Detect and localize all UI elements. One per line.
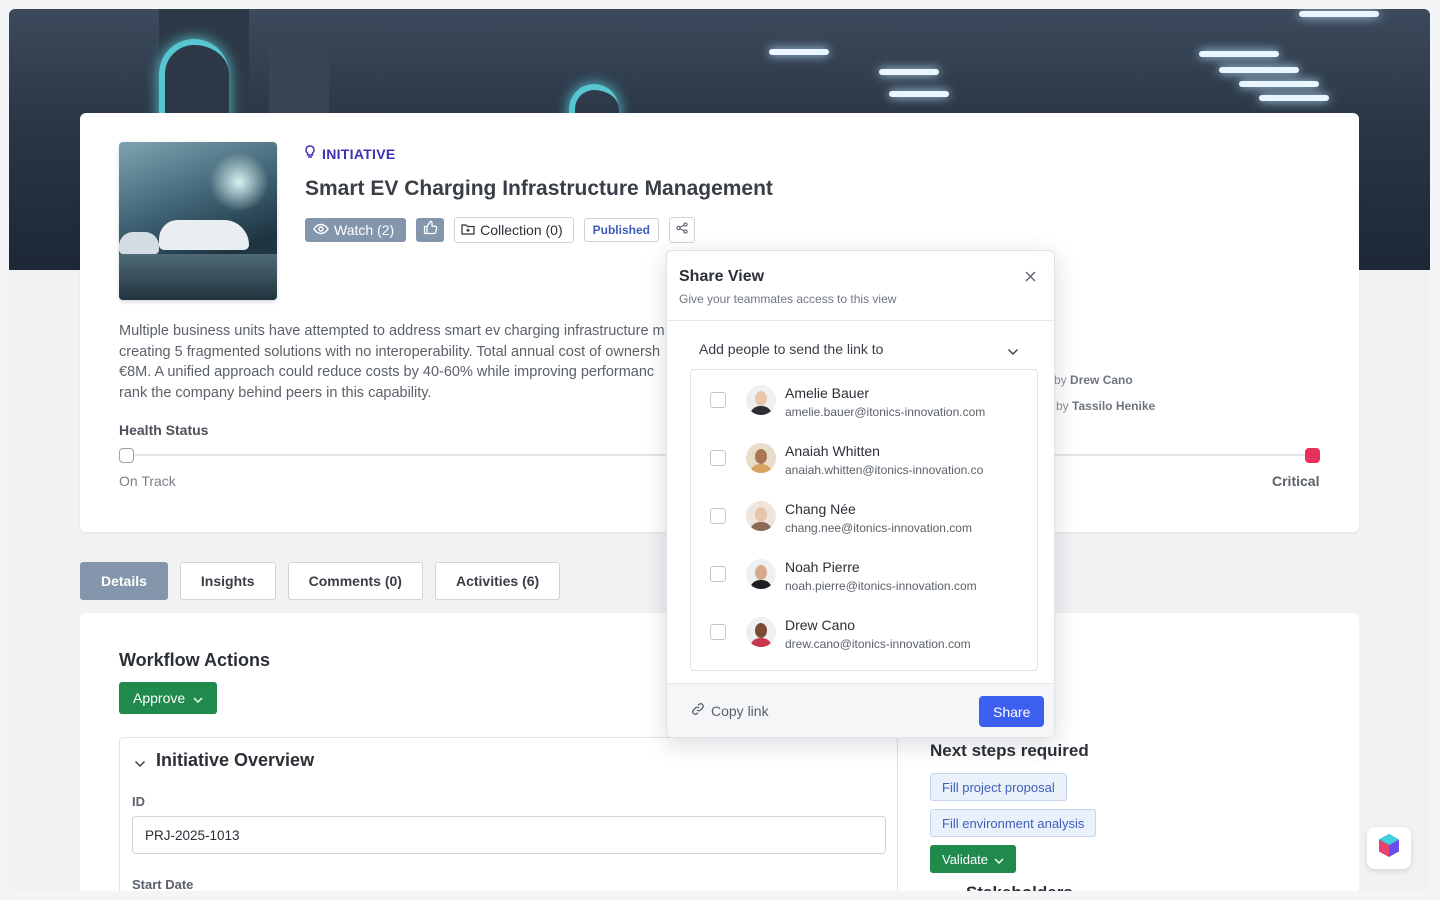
list-item[interactable]: Amelie Bauer amelie.bauer@itonics-innova…	[691, 370, 1037, 428]
next-steps-title: Next steps required	[930, 741, 1089, 760]
collection-button[interactable]: Collection (0)	[454, 217, 574, 243]
chevron-down-icon[interactable]	[1007, 343, 1019, 361]
initiative-overview-section: Initiative Overview ID PRJ-2025-1013 Sta…	[119, 737, 898, 891]
health-on-track-marker[interactable]	[119, 448, 134, 463]
lightbulb-icon	[304, 145, 316, 162]
chevron-down-icon	[193, 690, 203, 706]
tab-insights[interactable]: Insights	[179, 562, 276, 600]
detail-tabs: Details Insights Comments (0) Activities…	[80, 562, 561, 600]
tab-activities[interactable]: Activities (6)	[434, 562, 561, 600]
avatar	[746, 501, 776, 531]
owner-list: by Drew Cano by Tassilo Henike	[1054, 367, 1155, 419]
select-checkbox[interactable]	[710, 508, 726, 524]
copy-link-button[interactable]: Copy link	[691, 702, 769, 719]
list-item[interactable]: Chang Née chang.nee@itonics-innovation.c…	[691, 486, 1037, 544]
select-checkbox[interactable]	[710, 624, 726, 640]
start-date-label: Start Date	[132, 877, 194, 891]
health-status-label: Health Status	[119, 422, 209, 438]
link-icon	[691, 702, 705, 719]
share-button[interactable]: Share	[979, 696, 1045, 727]
initiative-type-label: INITIATIVE	[304, 145, 396, 162]
assistant-launcher[interactable]	[1367, 827, 1411, 869]
eye-icon	[313, 222, 329, 238]
chevron-down-icon	[944, 883, 956, 891]
validate-button[interactable]: Validate	[930, 845, 1017, 873]
cube-logo-icon	[1376, 832, 1402, 865]
chevron-down-icon	[994, 852, 1004, 867]
owner-line: by Tassilo Henike	[1056, 399, 1156, 413]
tab-comments[interactable]: Comments (0)	[287, 562, 423, 600]
share-toggle-button[interactable]	[668, 217, 695, 243]
list-item[interactable]: Anaiah Whitten anaiah.whitten@itonics-in…	[691, 428, 1037, 486]
list-item[interactable]: Drew Cano drew.cano@itonics-innovation.c…	[691, 602, 1037, 660]
thumbs-up-icon	[423, 220, 438, 240]
initiative-thumbnail	[119, 142, 277, 300]
app-frame: INITIATIVE Smart EV Charging Infrastruct…	[9, 9, 1430, 891]
folder-plus-icon	[461, 222, 475, 238]
avatar	[746, 559, 776, 589]
health-critical-label: Critical	[1272, 473, 1320, 489]
avatar	[746, 385, 776, 415]
chevron-down-icon[interactable]	[134, 755, 146, 773]
select-checkbox[interactable]	[710, 450, 726, 466]
share-view-popover: Share View Give your teammates access to…	[666, 250, 1055, 738]
status-badge: Published	[583, 218, 659, 242]
owner-line: by Drew Cano	[1054, 373, 1133, 387]
health-on-track-label: On Track	[119, 473, 176, 489]
workflow-actions-title: Workflow Actions	[119, 650, 271, 670]
initiative-overview-title: Initiative Overview	[156, 750, 315, 770]
share-view-subtitle: Give your teammates access to this view	[679, 292, 897, 306]
people-list: Amelie Bauer amelie.bauer@itonics-innova…	[690, 369, 1038, 671]
select-checkbox[interactable]	[710, 392, 726, 408]
next-steps-section: Next steps required Fill project proposa…	[930, 737, 1320, 891]
like-button[interactable]	[416, 218, 445, 242]
tab-details[interactable]: Details	[80, 562, 168, 600]
share-view-title: Share View	[679, 268, 765, 285]
avatar	[746, 617, 776, 647]
initiative-description: Multiple business units have attempted t…	[119, 323, 665, 401]
header-actions: Watch (2) Collection (0) Published	[305, 217, 695, 243]
close-button[interactable]	[1021, 269, 1039, 287]
stakeholders-header[interactable]: Stakeholders	[944, 883, 1073, 891]
avatar	[746, 443, 776, 473]
share-icon	[676, 221, 688, 239]
list-item[interactable]: Noah Pierre noah.pierre@itonics-innovati…	[691, 544, 1037, 602]
select-checkbox[interactable]	[710, 566, 726, 582]
share-view-footer: Copy link Share	[667, 683, 1054, 737]
page-title: Smart EV Charging Infrastructure Managem…	[305, 177, 773, 200]
next-step-chip[interactable]: Fill project proposal	[930, 773, 1067, 801]
close-icon	[1025, 269, 1036, 287]
next-step-chip[interactable]: Fill environment analysis	[930, 809, 1097, 837]
id-field[interactable]: PRJ-2025-1013	[132, 816, 886, 854]
health-critical-marker[interactable]	[1305, 448, 1320, 463]
approve-button[interactable]: Approve	[119, 682, 218, 714]
id-label: ID	[132, 794, 145, 809]
people-select[interactable]: Add people to send the link to	[699, 341, 1029, 357]
watch-button[interactable]: Watch (2)	[305, 218, 407, 242]
